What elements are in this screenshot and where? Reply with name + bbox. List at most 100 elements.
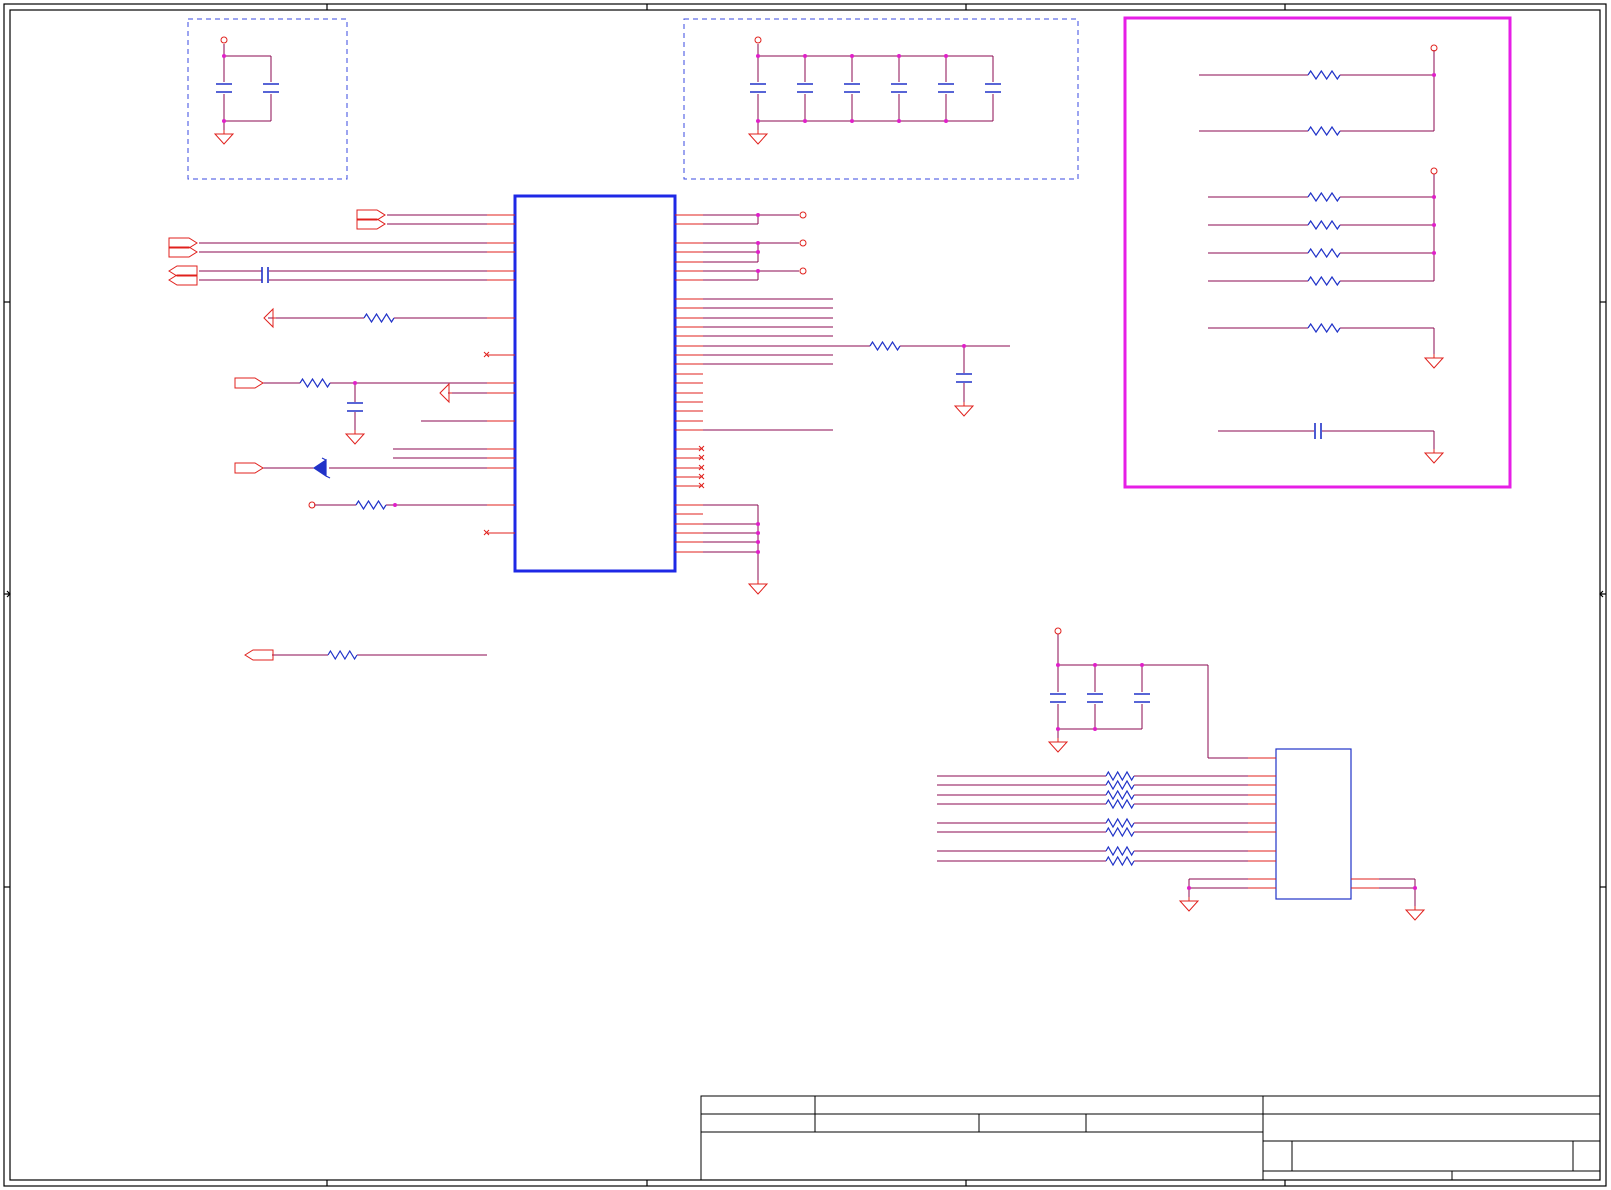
junction-dot <box>756 522 760 526</box>
resistor-icon <box>1105 789 1135 801</box>
power-port-icon <box>1430 167 1438 175</box>
power-port-icon <box>1054 627 1062 635</box>
resistor-icon <box>1307 322 1341 334</box>
resistor-icon <box>355 499 387 511</box>
highlight-box <box>1123 16 1512 489</box>
resistor-icon <box>1105 855 1135 867</box>
offsheet-connector-icon <box>234 462 264 474</box>
junction-dot <box>944 54 948 58</box>
capacitor-icon <box>1050 693 1066 703</box>
main-ic-left-pins <box>487 214 515 534</box>
resistor-icon <box>1307 219 1341 231</box>
junction-dot <box>897 54 901 58</box>
capacitor-icon <box>938 83 954 93</box>
resistor-icon <box>1307 275 1341 287</box>
connector-pins <box>1248 757 1379 889</box>
capacitor-icon <box>985 83 1001 93</box>
left-wiring <box>199 214 487 656</box>
junction-dot <box>756 531 760 535</box>
capacitor-icon <box>216 83 232 93</box>
main-ic-right-pins <box>675 214 703 553</box>
ground-icon <box>1047 738 1069 753</box>
resistor-icon <box>1307 247 1341 259</box>
junction-dot <box>353 381 357 385</box>
resistor-icon <box>1307 125 1341 137</box>
port-arrow-icon <box>439 382 452 404</box>
junction-dot <box>393 503 397 507</box>
right-ic-wiring <box>703 214 1010 580</box>
junction-dot <box>803 54 807 58</box>
ground-icon <box>213 130 235 145</box>
capacitor-icon <box>263 83 279 93</box>
title-block <box>700 1095 1601 1181</box>
junction-dot <box>756 540 760 544</box>
resistor-icon <box>1105 845 1135 857</box>
ground-icon <box>747 130 769 145</box>
capacitor-icon <box>1314 423 1322 439</box>
resistor-icon <box>1105 826 1135 838</box>
junction-dot <box>756 269 760 273</box>
junction-dot <box>1432 251 1436 255</box>
junction-dot <box>756 54 760 58</box>
junction-dot <box>850 54 854 58</box>
no-connect-marks-right <box>698 445 705 489</box>
power-port-icon <box>799 267 807 275</box>
power-port-icon <box>220 36 228 44</box>
capacitor-icon <box>844 83 860 93</box>
junction-dot <box>1432 223 1436 227</box>
junction-dot <box>944 119 948 123</box>
junction-dot <box>1187 886 1191 890</box>
ground-icon <box>344 430 366 445</box>
offsheet-connector-icon <box>234 377 264 389</box>
offsheet-connector-icon <box>244 649 274 661</box>
resistor-icon <box>1307 191 1341 203</box>
resistor-icon <box>1105 770 1135 782</box>
junction-dot <box>1140 663 1144 667</box>
junction-dot <box>756 550 760 554</box>
capacitor-icon <box>797 83 813 93</box>
ground-icon <box>747 580 769 595</box>
capacitor-icon <box>956 373 972 383</box>
junction-dot <box>1056 663 1060 667</box>
zener-diode-icon <box>312 457 331 479</box>
resistor-icon <box>1105 798 1135 810</box>
junction-dot <box>756 241 760 245</box>
ground-icon <box>1423 449 1445 464</box>
main-ic <box>483 194 705 573</box>
resistor-icon <box>363 312 395 324</box>
junction-dot <box>803 119 807 123</box>
junction-dot <box>222 119 226 123</box>
resistor-icon <box>1105 817 1135 829</box>
resistor-icon <box>869 340 901 352</box>
power-port-icon <box>754 36 762 44</box>
schematic-sheet <box>0 0 1611 1190</box>
capacitor-icon <box>261 267 269 283</box>
junction-dot <box>756 119 760 123</box>
resistor-icon <box>299 377 331 389</box>
ground-icon <box>1423 354 1445 369</box>
capacitor-icon <box>891 83 907 93</box>
ground-icon <box>1178 897 1200 912</box>
capacitor-icon <box>1134 693 1150 703</box>
no-connect-marks-left <box>483 351 490 536</box>
group-box-mid <box>683 18 1079 180</box>
junction-dot <box>222 54 226 58</box>
junction-dot <box>897 119 901 123</box>
resistor-icon <box>327 649 358 661</box>
symbols-layer <box>168 36 1445 921</box>
junction-dot <box>1432 73 1436 77</box>
capacitor-icon <box>1087 693 1103 703</box>
schematic-canvas <box>3 3 1607 1187</box>
decoupling-group-left <box>187 18 348 180</box>
main-ic-body <box>513 194 677 573</box>
resistor-icon <box>1307 69 1341 81</box>
group-box-left <box>187 18 348 180</box>
junction-dot <box>756 250 760 254</box>
capacitor-icon <box>750 83 766 93</box>
ground-icon <box>953 402 975 417</box>
junction-dot <box>1093 663 1097 667</box>
resistor-icon <box>1105 779 1135 791</box>
junction-dot <box>850 119 854 123</box>
junction-dot <box>1056 727 1060 731</box>
connector-body <box>1275 748 1352 900</box>
